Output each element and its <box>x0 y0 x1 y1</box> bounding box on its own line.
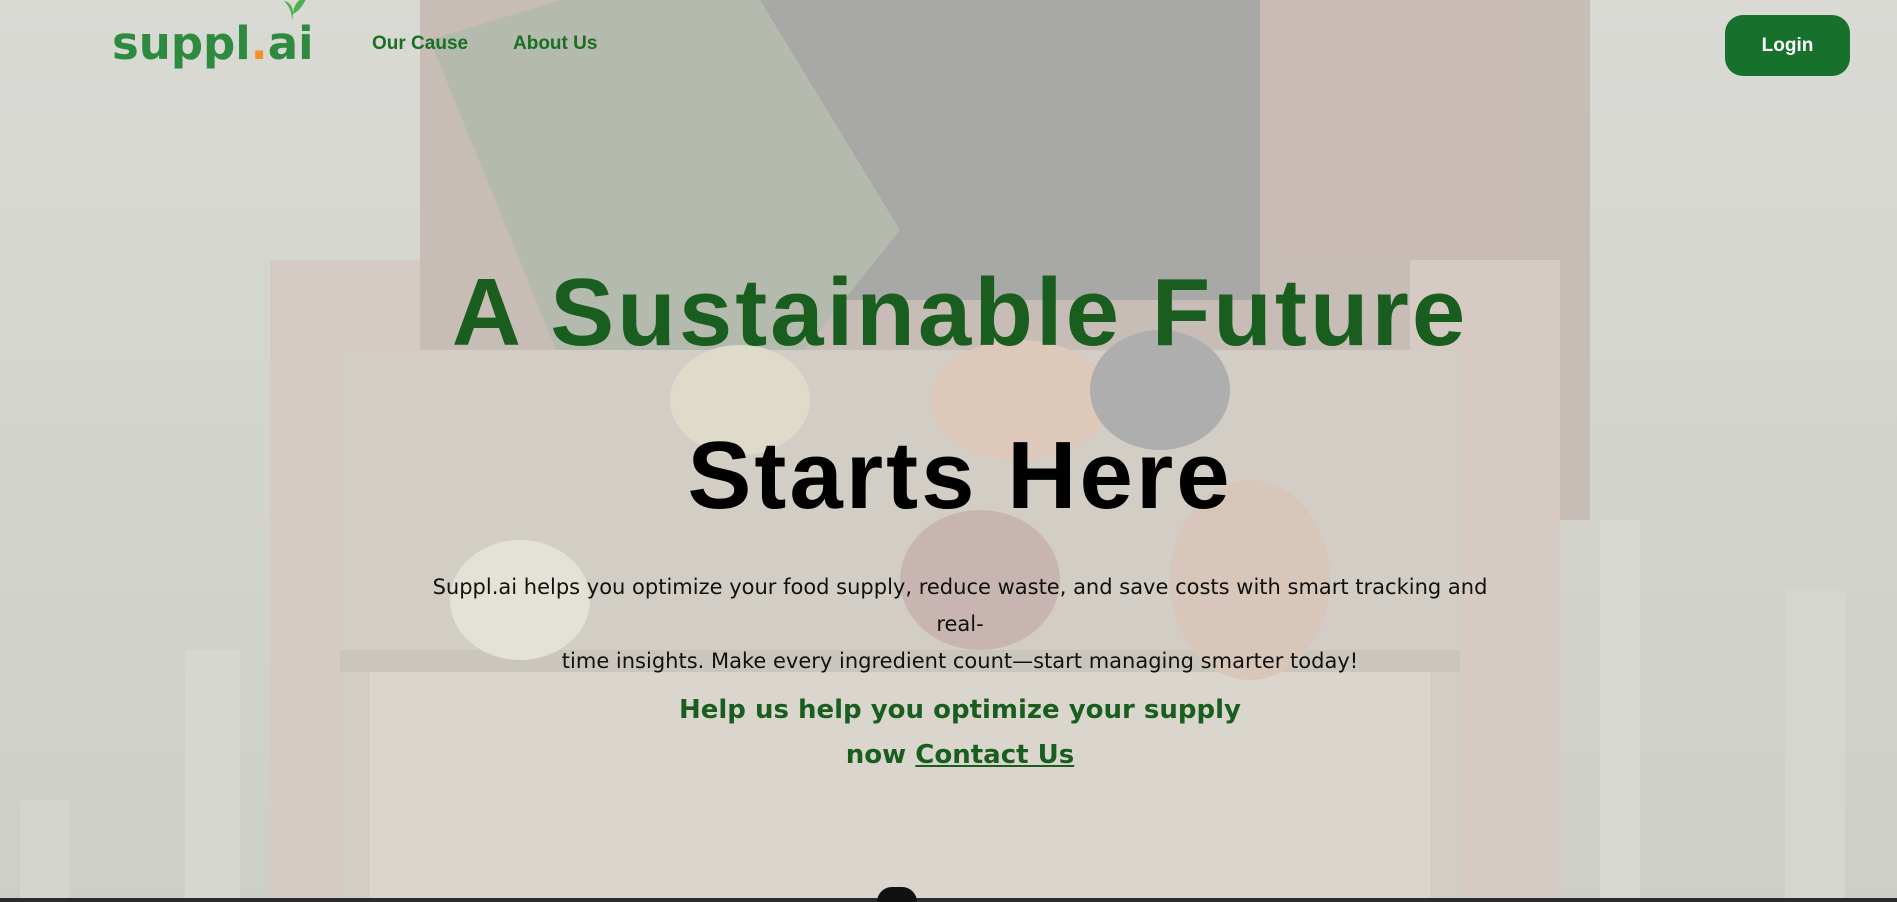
contact-us-link[interactable]: Contact Us <box>915 740 1074 770</box>
call-to-action: Help us help you optimize your supply no… <box>0 688 1897 778</box>
top-navigation: suppl. ai Our Cause About Us Login <box>0 0 1897 90</box>
nav-link-about-us[interactable]: About Us <box>513 33 597 55</box>
login-button[interactable]: Login <box>1725 15 1850 76</box>
nav-link-our-cause[interactable]: Our Cause <box>372 33 468 55</box>
logo-text-ai: ai <box>267 17 314 70</box>
hero-subtitle-line-1: Suppl.ai helps you optimize your food su… <box>432 575 1488 636</box>
brand-logo[interactable]: suppl. ai <box>112 0 314 70</box>
hero-subtitle-line-2: time insights. Make every ingredient cou… <box>561 649 1359 673</box>
cta-text: Help us help you optimize your supply <box>679 695 1241 725</box>
hero-subtitle: Suppl.ai helps you optimize your food su… <box>430 569 1490 680</box>
cta-prefix: now <box>845 740 907 770</box>
logo-text-ai-wrap: ai <box>267 0 314 70</box>
logo-text-main: suppl <box>112 17 251 70</box>
hero-title-line-1: A Sustainable Future <box>451 259 1469 366</box>
scroll-down-button[interactable] <box>877 887 917 902</box>
section-divider <box>0 898 1897 902</box>
leaf-icon <box>283 0 306 21</box>
hero-title-line-2: Starts Here <box>687 422 1233 529</box>
logo-text-dot: . <box>250 17 268 70</box>
